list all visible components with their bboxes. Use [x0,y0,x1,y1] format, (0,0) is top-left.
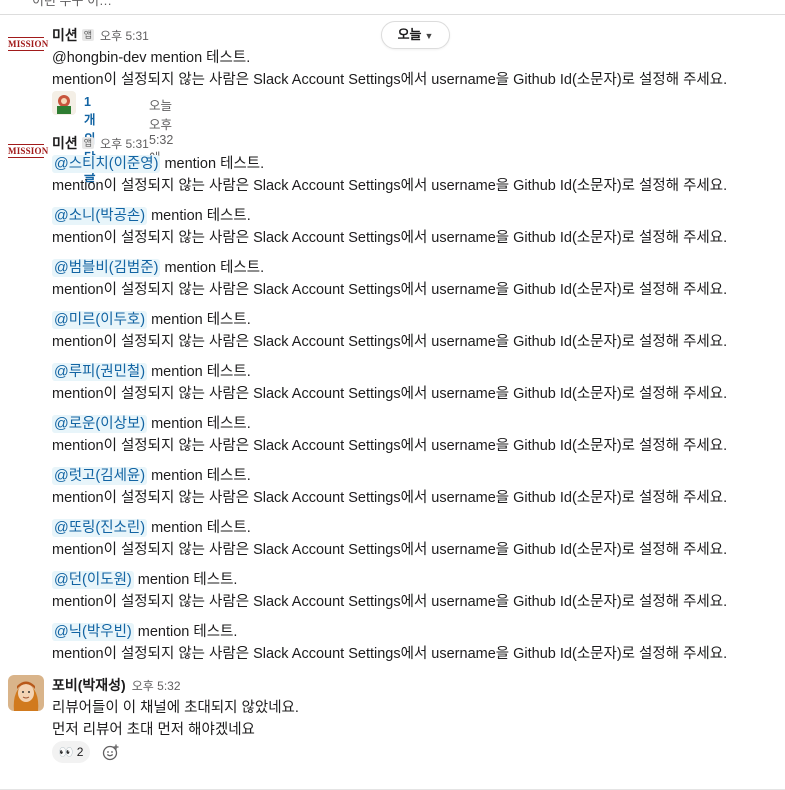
instruction-text: mention이 설정되지 않는 사람은 Slack Account Setti… [52,542,728,558]
eyes-emoji-icon: 👀 [58,745,74,759]
sender-name[interactable]: 포비(박재성) [52,677,126,693]
mention-suffix: mention 테스트. [133,572,238,588]
mention-suffix: mention 테스트. [160,260,265,276]
mention-line: @닉(박우빈) mention 테스트. [52,620,237,641]
user-mention[interactable]: @던(이도원) [52,571,134,589]
timestamp[interactable]: 오후 5:31 [100,137,149,151]
message-header: 미션 앱 오후 5:31 [52,133,149,151]
message-text: mention이 설정되지 않는 사람은 Slack Account Setti… [52,72,728,88]
user-mention[interactable]: @로운(이상보) [52,415,148,433]
instruction-text: mention이 설정되지 않는 사람은 Slack Account Setti… [52,178,728,194]
sender-name[interactable]: 미션 [52,135,78,151]
user-mention[interactable]: @또링(진소린) [52,519,148,537]
user-mention[interactable]: @럿고(김세윤) [52,467,148,485]
date-label: 오늘 [397,27,422,42]
message-header: 미션 앱 오후 5:31 [52,25,149,43]
instruction-text: mention이 설정되지 않는 사람은 Slack Account Setti… [52,646,728,662]
mention-line: @럿고(김세윤) mention 테스트. [52,464,251,485]
user-mention[interactable]: @소니(박공손) [52,207,148,225]
reply-avatar [52,91,76,115]
date-divider-button[interactable]: 오늘 ▼ [381,21,450,49]
app-badge: 앱 [81,29,95,41]
user-mention[interactable]: @루피(권민철) [52,363,148,381]
mention-suffix: mention 테스트. [147,520,251,536]
mention-suffix: mention 테스트. [160,156,265,172]
instruction-text: mention이 설정되지 않는 사람은 Slack Account Setti… [52,386,728,402]
mention-suffix: mention 테스트. [133,624,238,640]
mention-line: @또링(진소린) mention 테스트. [52,516,251,537]
add-reaction-button[interactable] [96,741,126,763]
sender-name[interactable]: 미션 [52,27,78,43]
app-badge: 앱 [81,137,95,149]
user-mention[interactable]: @닉(박우빈) [52,623,134,641]
mention-line: @미르(이두호) mention 테스트. [52,308,251,329]
divider [0,14,785,15]
reaction-count: 2 [76,745,84,759]
mention-suffix: mention 테스트. [147,364,251,380]
message-text: 리뷰어들이 이 채널에 초대되지 않았네요. [52,700,299,716]
mention-line: @스티치(이준영) mention 테스트. [52,152,264,173]
instruction-text: mention이 설정되지 않는 사람은 Slack Account Setti… [52,230,728,246]
message-text: @hongbin-dev mention 테스트. [52,50,251,66]
instruction-text: mention이 설정되지 않는 사람은 Slack Account Setti… [52,334,728,350]
mission-avatar[interactable]: MISSION [8,144,48,158]
clipped-message-text: 이런 누구 이… [32,0,113,8]
mention-suffix: mention 테스트. [147,416,251,432]
mention-suffix: mention 테스트. [147,312,251,328]
instruction-text: mention이 설정되지 않는 사람은 Slack Account Setti… [52,594,728,610]
mention-line: @루피(권민철) mention 테스트. [52,360,251,381]
user-mention[interactable]: @미르(이두호) [52,311,148,329]
instruction-text: mention이 설정되지 않는 사람은 Slack Account Setti… [52,438,728,454]
user-mention[interactable]: @범블비(김범준) [52,259,161,277]
add-emoji-icon [102,744,119,761]
mention-line: @소니(박공손) mention 테스트. [52,204,251,225]
mention-line: @던(이도원) mention 테스트. [52,568,237,589]
user-mention[interactable]: @스티치(이준영) [52,155,161,173]
mention-suffix: mention 테스트. [147,468,251,484]
chevron-down-icon: ▼ [424,31,434,41]
timestamp[interactable]: 오후 5:32 [132,679,181,693]
reaction-eyes[interactable]: 👀 2 [52,741,90,763]
pobi-avatar[interactable] [8,675,44,711]
message-text: 먼저 리뷰어 초대 먼저 해야겠네요 [52,722,255,738]
timestamp[interactable]: 오후 5:31 [100,29,149,43]
mention-line: @범블비(김범준) mention 테스트. [52,256,264,277]
mention-suffix: mention 테스트. [147,208,251,224]
message-header: 포비(박재성) 오후 5:32 [52,675,181,693]
mention-line: @로운(이상보) mention 테스트. [52,412,251,433]
instruction-text: mention이 설정되지 않는 사람은 Slack Account Setti… [52,490,728,506]
mission-avatar[interactable]: MISSION [8,37,48,51]
instruction-text: mention이 설정되지 않는 사람은 Slack Account Setti… [52,282,728,298]
